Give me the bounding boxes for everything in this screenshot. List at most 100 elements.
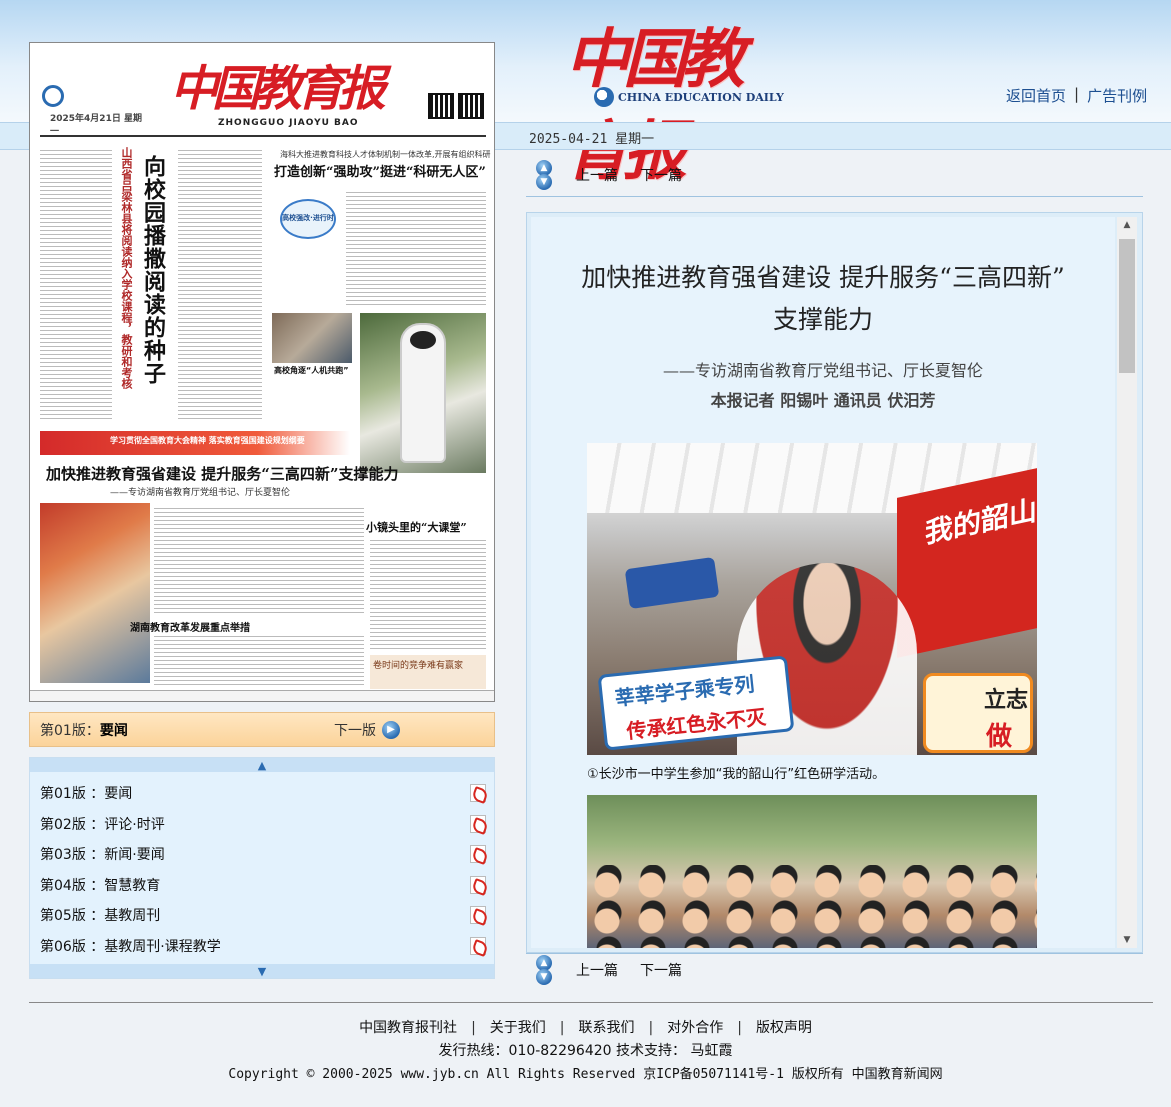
article-nav-top: ▲ ▼ 上一篇 下一篇 (526, 160, 1143, 190)
text-column (370, 537, 486, 649)
lower-headline[interactable]: 湖南教育改革发展重点举措 (130, 619, 250, 634)
pdf-icon[interactable] (470, 906, 486, 925)
reform-badge: 高校强改·进行时 (280, 199, 336, 239)
next-article-link[interactable]: 下一篇 (640, 165, 682, 185)
page-list-items: 第01版 ：要闻 第02版 ：评论·时评 第03版 ：新闻·要闻 第04版 ：智… (40, 778, 486, 961)
nav-divider (526, 953, 1143, 954)
page-number: 第01版 (40, 786, 86, 803)
photo-caption[interactable]: 高校角逐“人机共跑” (274, 365, 349, 376)
pdf-icon[interactable] (470, 936, 486, 955)
scroll-down-arrow-icon[interactable]: ▼ (1117, 932, 1137, 948)
top-links: 返回首页 | 广告刊例 (1006, 85, 1147, 106)
page-name: ：智慧教育 (90, 877, 161, 894)
sign2-text-top: 立志 (984, 688, 1029, 713)
page-name: ：新闻·要闻 (90, 847, 165, 864)
paper-issue-date: 2025年4月21日 星期一 (50, 114, 142, 137)
article-title-line2: 支撑能力 (772, 305, 873, 334)
footer-separator: | (471, 1020, 476, 1036)
robot-photo (360, 313, 486, 473)
prev-article-link[interactable]: 上一篇 (576, 960, 618, 980)
next-article-link[interactable]: 下一篇 (640, 960, 682, 980)
page-list: ▲ 第01版 ：要闻 第02版 ：评论·时评 第03版 ：新闻·要闻 第04版 … (29, 757, 495, 979)
triangle-up-icon: ▲ (257, 758, 267, 772)
page-list-item[interactable]: 第03版 ：新闻·要闻 (40, 839, 486, 870)
feature-headline[interactable]: 加快推进教育强省建设 提升服务“三高四新”支撑能力 (46, 463, 398, 484)
article-content[interactable]: 加快推进教育强省建设 提升服务“三高四新” 支撑能力 ——专访湖南省教育厅党组书… (531, 217, 1115, 948)
footer-link-publisher[interactable]: 中国教育报刊社 (359, 1020, 457, 1036)
scroll-up-button[interactable]: ▲ (30, 758, 494, 772)
pdf-icon[interactable] (470, 845, 486, 864)
sign2-text-bottom: 做 (986, 722, 1013, 752)
page-number: 第03版 (40, 847, 86, 864)
nav-divider (526, 196, 1143, 197)
article-photo-1[interactable]: 我的韶山 莘莘学子乘专列 传承红色永不灭 立志 做 (587, 443, 1037, 755)
footer-copyright: Copyright © 2000-2025 www.jyb.cn All Rig… (228, 1067, 943, 1082)
qr-code-icon (428, 93, 454, 119)
pdf-icon[interactable] (470, 784, 486, 803)
triangle-down-icon: ▼ (257, 964, 267, 978)
newspaper-page-image[interactable]: 中国教育报 ZHONGGUO JIAOYU BAO 2025年4月21日 星期一… (29, 42, 495, 702)
footer-separator: | (737, 1020, 742, 1036)
page-number: 第05版 (40, 908, 86, 925)
feature-subtitle: ——专访湖南省教育厅党组书记、厅长夏智伦 (110, 488, 291, 498)
site-logo[interactable]: 中国教育报 (565, 8, 785, 189)
arrow-right-icon: ▶ (382, 721, 400, 739)
logo-english-text: CHINA EDUCATION DAILY (618, 90, 784, 104)
article-byline: 本报记者 阳锡叶 通讯员 伏汨芳 (710, 391, 936, 410)
next-page-label: 下一版 (334, 723, 376, 739)
page-number: 第04版 (40, 877, 86, 894)
lead-headline[interactable]: 向校园播撒阅读的种子 (138, 155, 168, 385)
mirror-headline[interactable]: 小镜头里的“大课堂” (366, 519, 467, 535)
comment-box[interactable]: 卷时间的竞争难有赢家 (370, 655, 486, 689)
footer-link-cooperation[interactable]: 对外合作 (667, 1020, 723, 1036)
footer-link-copyright[interactable]: 版权声明 (756, 1020, 812, 1036)
current-page-number: 第01版： (40, 723, 100, 739)
article-panel: 加快推进教育强省建设 提升服务“三高四新” 支撑能力 ——专访湖南省教育厅党组书… (526, 212, 1143, 953)
page-number: 第06版 (40, 938, 86, 955)
ad-rates-link[interactable]: 广告刊例 (1087, 85, 1147, 106)
paper-footer-strip (30, 690, 494, 701)
link-separator: | (1074, 85, 1080, 103)
page-list-item[interactable]: 第02版 ：评论·时评 (40, 809, 486, 840)
children-crowd (587, 865, 1037, 948)
page-list-item[interactable]: 第04版 ：智慧教育 (40, 870, 486, 901)
footer-hotline: 发行热线：010-82296420 技术支持： 马虹霞 (438, 1043, 733, 1059)
article-nav-bottom: ▲ ▼ 上一篇 下一篇 (526, 955, 1143, 985)
thumbs-up-sign: 立志 做 (923, 673, 1033, 753)
footer-link-contact[interactable]: 联系我们 (579, 1020, 635, 1036)
lead-subtitle[interactable]: 山西省吕梁林县将阅读纳入学校课程，教研和考核 (118, 147, 134, 389)
current-page-bar: 第01版：要闻 下一版 ▶ (29, 712, 495, 747)
nav-arrows-icon: ▲ ▼ (536, 955, 554, 985)
page-list-item[interactable]: 第06版 ：基教周刊·课程教学 (40, 931, 486, 962)
article-photo-2[interactable] (587, 795, 1037, 948)
prev-article-link[interactable]: 上一篇 (576, 165, 618, 185)
article-subtitle: ——专访湖南省教育厅党组书记、厅长夏智伦 (662, 361, 983, 380)
top-right-headline[interactable]: 打造创新“强助攻”挺进“科研无人区” (274, 161, 486, 180)
footer-link-about[interactable]: 关于我们 (490, 1020, 546, 1036)
footer-links: 中国教育报刊社 | 关于我们 | 联系我们 | 对外合作 | 版权声明 (0, 1017, 1171, 1037)
paper-pinyin: ZHONGGUO JIAOYU BAO (218, 118, 359, 128)
text-column (154, 505, 364, 613)
article-scrollbar[interactable]: ▲ ▼ (1117, 217, 1137, 948)
site-logo-english: CHINA EDUCATION DAILY (594, 86, 784, 108)
scroll-up-arrow-icon[interactable]: ▲ (1117, 217, 1137, 233)
flag-text: 我的韶山 (925, 493, 1037, 550)
article-title-line1: 加快推进教育强省建设 提升服务“三高四新” (581, 263, 1065, 292)
logo-emblem-icon (594, 87, 614, 107)
page-list-item[interactable]: 第01版 ：要闻 (40, 778, 486, 809)
text-column (178, 147, 262, 421)
page-list-item[interactable]: 第05版 ：基教周刊 (40, 900, 486, 931)
top-right-kicker[interactable]: 海科大推进教育科技人才体制机制一体改革,开展有组织科研 (280, 149, 491, 160)
home-link[interactable]: 返回首页 (1006, 85, 1066, 106)
scroll-down-button[interactable]: ▼ (30, 964, 494, 978)
scrollbar-thumb[interactable] (1119, 239, 1135, 373)
text-column (40, 147, 112, 421)
next-page-button[interactable]: 下一版 ▶ (334, 720, 400, 740)
feature-banner: 学习贯彻全国教育大会精神 落实教育强国建设规划纲要 (40, 431, 350, 455)
pdf-icon[interactable] (470, 875, 486, 894)
pdf-icon[interactable] (470, 814, 486, 833)
banner-text: 学习贯彻全国教育大会精神 落实教育强国建设规划纲要 (110, 436, 305, 445)
text-column (346, 189, 486, 307)
footer-separator: | (648, 1020, 654, 1036)
page-number: 第02版 (40, 816, 86, 833)
